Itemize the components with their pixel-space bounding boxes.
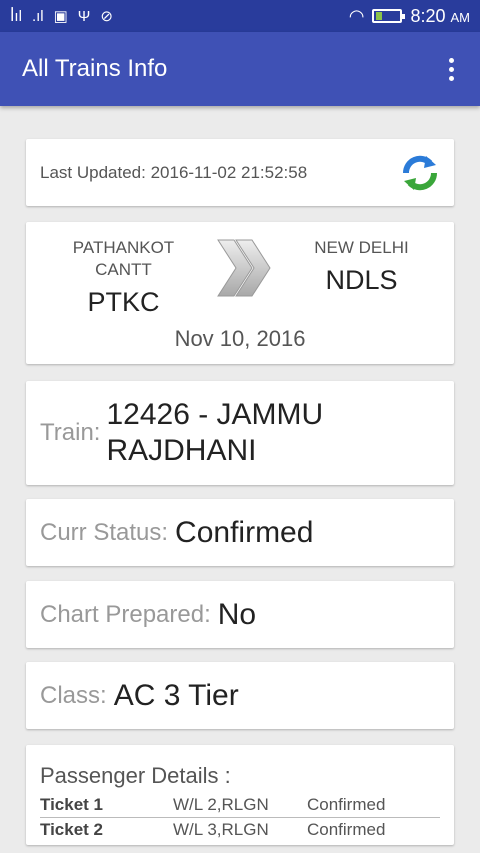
booking-status: W/L 3,RLGN (173, 820, 269, 839)
wifi-icon: ◠ (348, 5, 365, 26)
signal-icon: .ıl (31, 7, 44, 25)
passenger-details-card: Passenger Details : Ticket 1 W/L 2,RLGN … (26, 745, 454, 845)
app-title: All Trains Info (22, 55, 168, 82)
current-status-label: Curr Status: (40, 518, 169, 546)
status-icons-left: ꟾıl .ıl ▣ Ψ ⊘ (10, 7, 113, 26)
battery-icon (372, 9, 406, 23)
train-name-continued: RAJDHANI (106, 434, 257, 467)
destination-station: NEW DELHI NDLS (294, 237, 429, 296)
chart-prepared-card: Chart Prepared: No (26, 581, 454, 648)
train-card: Train: 12426 - JAMMU RAJDHANI (26, 381, 454, 485)
current-status-card: Curr Status: Confirmed (26, 499, 454, 566)
ticket-label: Ticket 1 (40, 793, 173, 818)
status-icons-right: ◠ 8:20 AM (349, 6, 470, 27)
table-row: Ticket 2 W/L 3,RLGN Confirmed (40, 818, 440, 843)
double-chevron-right-icon (217, 239, 271, 297)
usb-icon: Ψ (77, 7, 91, 25)
train-value: 12426 - JAMMU RAJDHANI (106, 397, 323, 469)
ticket-label: Ticket 2 (40, 820, 104, 839)
class-value: AC 3 Tier (113, 678, 239, 712)
current-status-value: Confirmed (175, 515, 314, 549)
route-card: PATHANKOT CANTT PTKC NEW DELHI NDLS Nov … (26, 222, 454, 364)
last-updated-card: Last Updated: 2016-11-02 21:52:58 (26, 139, 454, 206)
current-ticket-status: Confirmed (307, 820, 386, 839)
class-label: Class: (40, 681, 107, 709)
chart-prepared-value: No (217, 597, 257, 631)
current-ticket-status: Confirmed (307, 793, 440, 818)
class-card: Class: AC 3 Tier (26, 662, 454, 729)
journey-date: Nov 10, 2016 (174, 326, 306, 351)
no-notification-icon: ⊘ (100, 8, 113, 25)
source-station-name: PATHANKOT CANTT (72, 238, 175, 279)
refresh-icon[interactable] (400, 153, 440, 193)
app-bar: All Trains Info (0, 32, 480, 106)
clock: 8:20 AM (410, 5, 470, 26)
train-label: Train: (40, 419, 101, 446)
chart-prepared-label: Chart Prepared: (40, 600, 211, 628)
source-station: PATHANKOT CANTT PTKC (56, 237, 191, 318)
passenger-table: Ticket 1 W/L 2,RLGN Confirmed Ticket 2 W… (40, 793, 440, 842)
booking-status: W/L 2,RLGN (173, 793, 307, 818)
source-station-code: PTKC (87, 287, 160, 317)
destination-station-code: NDLS (325, 265, 398, 295)
status-bar: ꟾıl .ıl ▣ Ψ ⊘ ◠ 8:20 AM (0, 0, 480, 32)
destination-station-name: NEW DELHI (314, 238, 409, 257)
overflow-menu-icon[interactable] (445, 50, 458, 89)
passenger-details-title: Passenger Details : (40, 763, 231, 788)
last-updated-text: Last Updated: 2016-11-02 21:52:58 (40, 162, 308, 182)
table-row: Ticket 1 W/L 2,RLGN Confirmed (40, 793, 440, 818)
signal-icon: ꟾıl (10, 8, 22, 25)
train-number-name: 12426 - JAMMU (106, 398, 324, 431)
image-icon: ▣ (53, 8, 68, 25)
